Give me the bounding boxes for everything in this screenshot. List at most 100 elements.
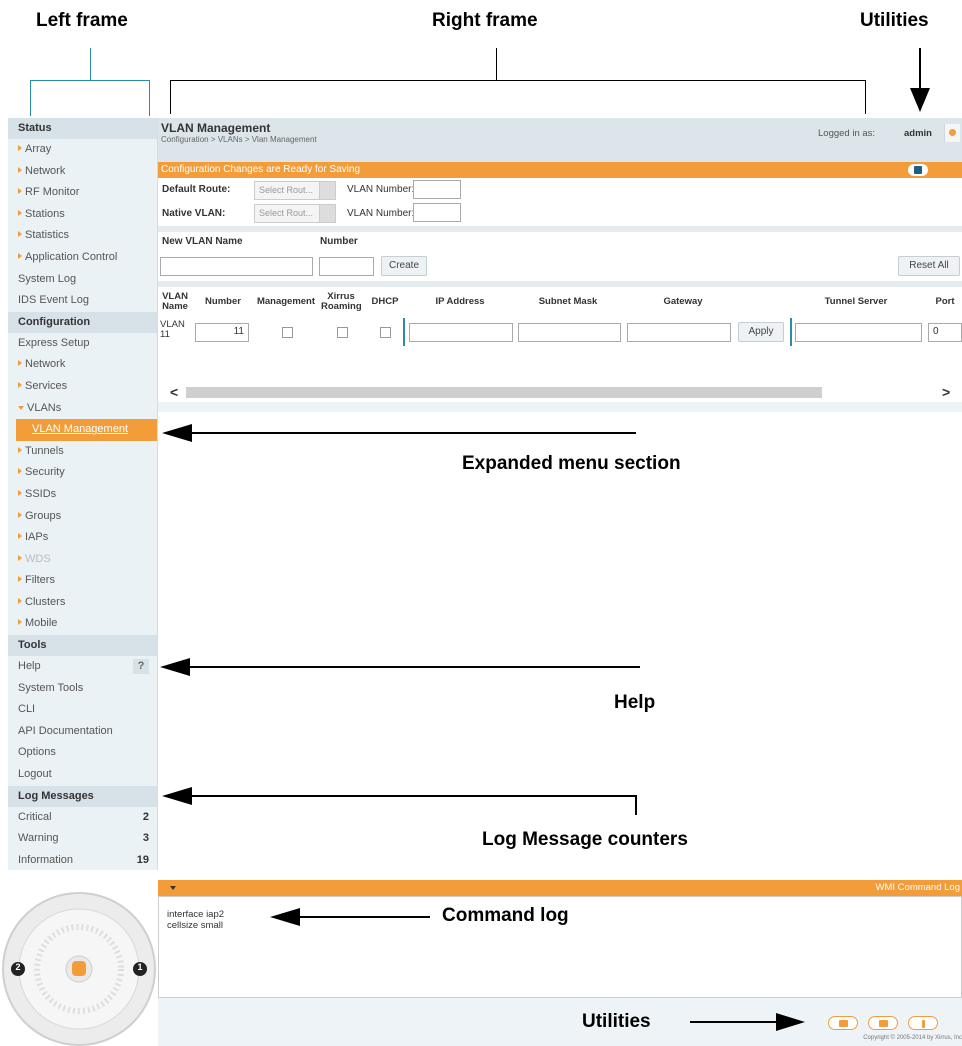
sidebar-item-system-tools[interactable]: System Tools [8, 678, 157, 700]
sidebar-item-iaps[interactable]: IAPs [8, 527, 157, 549]
log-item-information[interactable]: Information 19 [8, 850, 157, 872]
sidebar-item-stations[interactable]: Stations [8, 204, 157, 226]
sidebar-item-groups[interactable]: Groups [8, 506, 157, 528]
section-divider [158, 281, 962, 287]
sidebar-item-vlan-management[interactable]: VLAN Management [16, 419, 157, 441]
sidebar-item-help[interactable]: Help? [8, 656, 157, 678]
sidebar-item-label: Security [25, 466, 65, 479]
horizontal-scrollbar[interactable]: < > [158, 384, 962, 400]
sidebar-item-label: CLI [18, 703, 36, 716]
sidebar-item-network[interactable]: Network [8, 161, 157, 183]
right-frame-bracket-stem [496, 48, 497, 80]
unsaved-changes-banner: Configuration Changes are Ready for Savi… [158, 162, 962, 178]
ap-port-label-2: 2 [15, 962, 21, 972]
subnet-mask-input[interactable] [518, 323, 621, 342]
sidebar-item-label: VLAN Management [32, 423, 128, 436]
xirrus-roaming-checkbox[interactable] [337, 327, 348, 338]
annotation-command-log: Command log [442, 905, 569, 926]
expand-arrow-icon [18, 533, 22, 540]
sidebar-item-ids-event-log[interactable]: IDS Event Log [8, 290, 157, 312]
default-route-vlan-number-input[interactable] [413, 180, 461, 199]
expand-arrow-icon [18, 231, 22, 238]
sidebar-item-rf-monitor[interactable]: RF Monitor [8, 182, 157, 204]
help-icon[interactable] [908, 1016, 938, 1030]
sidebar-item-logout[interactable]: Logout [8, 764, 157, 786]
breadcrumb[interactable]: Configuration > VLANs > Vlan Management [161, 135, 317, 144]
log-item-label: Information [18, 853, 74, 866]
left-frame-bracket-stem [90, 48, 91, 80]
vlan-number-label: VLAN Number: [347, 208, 415, 219]
new-vlan-number-input[interactable] [319, 257, 374, 276]
sidebar-item-api-documentation[interactable]: API Documentation [8, 721, 157, 743]
gear-icon[interactable] [944, 124, 960, 142]
logged-in-user[interactable]: admin [904, 128, 932, 139]
configuration-header: Configuration [8, 311, 157, 333]
sidebar-item-ssids[interactable]: SSIDs [8, 484, 157, 506]
command-log-title: WMI Command Log [875, 882, 960, 893]
expand-arrow-icon [18, 489, 22, 496]
sidebar-item-vlans[interactable]: VLANs [8, 398, 157, 420]
log-item-critical[interactable]: Critical 2 [8, 807, 157, 829]
chevron-down-icon [319, 182, 335, 199]
save-icon[interactable] [908, 164, 928, 176]
dhcp-checkbox[interactable] [380, 327, 391, 338]
vlan-number-cell-input[interactable]: 11 [195, 323, 249, 342]
sidebar-item-clusters[interactable]: Clusters [8, 592, 157, 614]
command-log-arrow-icon [270, 908, 430, 926]
sidebar-item-mobile[interactable]: Mobile [8, 613, 157, 635]
sidebar-item-application-control[interactable]: Application Control [8, 247, 157, 269]
log-item-warning[interactable]: Warning 3 [8, 828, 157, 850]
sidebar-item-cli[interactable]: CLI [8, 699, 157, 721]
sidebar-item-filters[interactable]: Filters [8, 570, 157, 592]
expand-arrow-icon [18, 360, 22, 367]
apply-button[interactable]: Apply [738, 322, 784, 342]
expand-arrow-icon [18, 252, 22, 259]
expand-arrow-icon [18, 576, 22, 583]
default-route-select[interactable]: Select Rout... [254, 181, 336, 200]
left-frame: Status Array Network RF Monitor Stations… [8, 118, 158, 870]
sidebar-item-options[interactable]: Options [8, 742, 157, 764]
column-header-gateway: Gateway [663, 296, 703, 307]
scroll-left-icon[interactable]: < [170, 384, 178, 400]
reset-all-button[interactable]: Reset All [898, 256, 960, 276]
sidebar-item-label: WDS [25, 552, 51, 565]
banner-text: Configuration Changes are Ready for Savi… [161, 164, 361, 175]
expand-arrow-icon [18, 145, 22, 151]
sidebar-item-array[interactable]: Array [8, 139, 157, 161]
sidebar-item-services[interactable]: Services [8, 376, 157, 398]
sidebar-item-tunnels[interactable]: Tunnels [8, 441, 157, 463]
sidebar-item-statistics[interactable]: Statistics [8, 225, 157, 247]
native-vlan-number-input[interactable] [413, 203, 461, 222]
native-vlan-select[interactable]: Select Rout... [254, 204, 336, 223]
scroll-right-icon[interactable]: > [942, 384, 950, 400]
sidebar-item-system-log[interactable]: System Log [8, 269, 157, 291]
print-icon[interactable] [868, 1016, 898, 1030]
sidebar-item-label: Clusters [25, 595, 66, 608]
chevron-down-icon [319, 205, 335, 222]
create-button[interactable]: Create [381, 256, 427, 276]
column-header-vlan-name: VLAN Name [162, 291, 188, 312]
command-log-bar[interactable]: WMI Command Log [158, 880, 962, 896]
sidebar-item-express-setup[interactable]: Express Setup [8, 333, 157, 355]
log-item-label: Warning [18, 832, 59, 845]
management-checkbox[interactable] [282, 327, 293, 338]
right-frame-bracket-left [170, 80, 171, 114]
sidebar-item-label: API Documentation [18, 724, 113, 737]
sidebar-item-label: System Log [18, 272, 77, 285]
sidebar-item-wds[interactable]: WDS [8, 549, 157, 571]
email-icon[interactable] [828, 1016, 858, 1030]
new-vlan-name-label: New VLAN Name [162, 236, 243, 247]
command-log-line: cellsize small [167, 920, 223, 931]
sidebar-item-label: Logout [18, 768, 52, 781]
gateway-input[interactable] [627, 323, 731, 342]
ip-address-input[interactable] [409, 323, 513, 342]
tunnel-server-input[interactable] [795, 323, 922, 342]
sidebar-item-label: Array [25, 143, 52, 155]
sidebar-item-security[interactable]: Security [8, 462, 157, 484]
new-vlan-name-input[interactable] [160, 257, 313, 276]
port-input[interactable]: 0 [928, 323, 962, 342]
help-question-icon[interactable]: ? [133, 659, 149, 675]
sidebar-item-config-network[interactable]: Network [8, 354, 157, 376]
scrollbar-thumb[interactable] [186, 387, 822, 398]
collapse-caret-icon[interactable] [170, 886, 176, 890]
